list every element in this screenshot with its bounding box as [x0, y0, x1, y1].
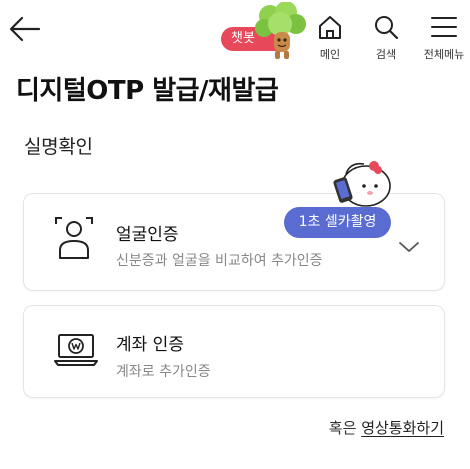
- mascot-character-icon: [333, 161, 391, 207]
- video-call-link[interactable]: 영상통화하기: [361, 419, 444, 437]
- tree-character-icon: [255, 2, 306, 59]
- face-verification-description: 신분증과 얼굴을 비교하여 추가인증: [116, 253, 323, 269]
- face-verification-title: 얼굴인증: [116, 225, 179, 245]
- account-verification-title: 계좌 인증: [116, 335, 184, 355]
- section-title: 실명확인: [24, 136, 93, 158]
- account-verification-description: 계좌로 추가인증: [116, 364, 211, 380]
- laptop-won-icon: [54, 334, 98, 366]
- nav-home-label: 메인: [319, 48, 341, 61]
- nav-home[interactable]: 메인: [306, 14, 354, 62]
- account-verification-card[interactable]: 계좌 인증 계좌로 추가인증: [23, 305, 445, 398]
- home-icon: [319, 16, 341, 39]
- selfie-badge: 1초 셀카촬영: [284, 207, 391, 238]
- hamburger-menu-icon: [431, 17, 457, 37]
- alternative-prefix: 혹은: [328, 419, 357, 437]
- page-title: 디지털OTP 발급/재발급: [16, 76, 279, 106]
- search-icon: [375, 16, 399, 40]
- face-scan-icon: [55, 217, 93, 259]
- selfie-badge-label: 1초 셀카촬영: [298, 214, 377, 230]
- nav-menu-label: 전체메뉴: [423, 48, 465, 61]
- chevron-down-icon[interactable]: [398, 240, 420, 254]
- alternative-option: 혹은 영상통화하기: [329, 417, 444, 438]
- app-header: 챗봇 메인 검색 전체메뉴: [0, 0, 470, 64]
- nav-menu[interactable]: 전체메뉴: [420, 14, 468, 62]
- nav-search[interactable]: 검색: [362, 14, 410, 62]
- nav-search-label: 검색: [375, 48, 397, 61]
- arrow-left-icon: [9, 16, 41, 42]
- back-button[interactable]: [8, 14, 42, 44]
